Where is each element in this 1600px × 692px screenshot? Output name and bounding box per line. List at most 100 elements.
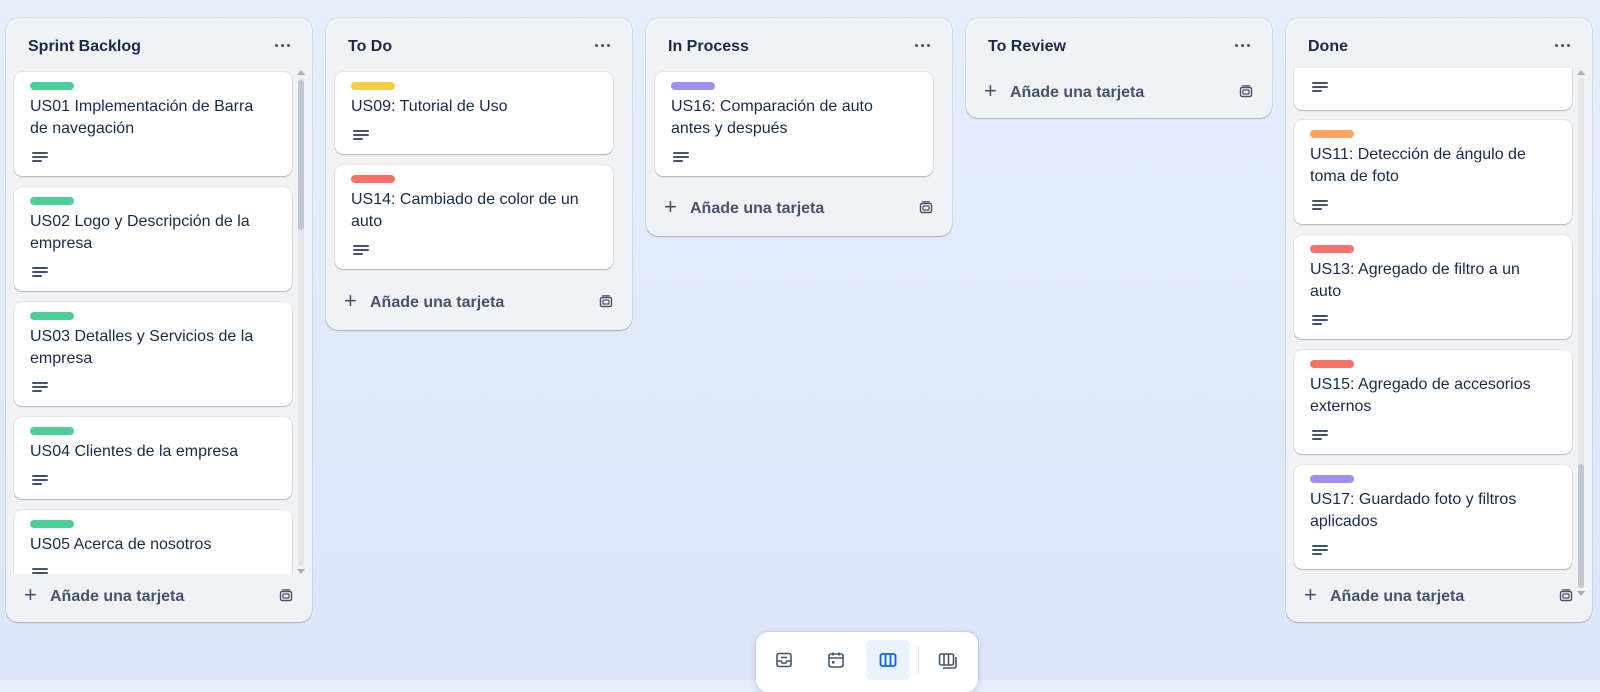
add-card-label: Añade una tarjeta bbox=[50, 588, 185, 605]
add-card-label: Añade una tarjeta bbox=[370, 294, 505, 311]
card-title: US16: Comparación de auto antes y despué… bbox=[671, 98, 873, 137]
create-from-template-icon[interactable] bbox=[598, 294, 614, 310]
description-icon bbox=[1312, 82, 1328, 94]
divider bbox=[918, 646, 919, 674]
card-label[interactable] bbox=[1310, 360, 1354, 368]
card[interactable]: US09: Tutorial de Uso bbox=[335, 72, 613, 154]
card[interactable]: US16: Comparación de auto antes y despué… bbox=[655, 72, 933, 176]
card-list: US11: Detección de ángulo de toma de fot… bbox=[1286, 68, 1592, 600]
list-title[interactable]: Sprint Backlog bbox=[28, 38, 141, 56]
card[interactable]: US14: Cambiado de color de un auto bbox=[335, 165, 613, 269]
board-icon bbox=[879, 653, 897, 667]
add-card-button[interactable]: + Añade una tarjeta bbox=[966, 72, 1272, 112]
add-card-button[interactable]: + Añade una tarjeta bbox=[326, 282, 632, 322]
list-menu-button[interactable] bbox=[1550, 33, 1574, 57]
card-title: US15: Agregado de accesorios externos bbox=[1310, 376, 1531, 415]
ellipsis-icon bbox=[274, 43, 278, 47]
list-in-process: In Process US16: Comparación de auto ant… bbox=[646, 18, 952, 236]
inbox-button[interactable] bbox=[762, 640, 806, 680]
card-label[interactable] bbox=[1310, 245, 1354, 253]
list-menu-button[interactable] bbox=[1230, 33, 1254, 57]
card[interactable]: US11: Detección de ángulo de toma de fot… bbox=[1294, 120, 1572, 224]
scroll-down-arrow[interactable] bbox=[297, 569, 305, 574]
inbox-icon bbox=[776, 652, 792, 668]
description-icon bbox=[1312, 315, 1328, 327]
card-title: US09: Tutorial de Uso bbox=[351, 98, 508, 115]
description-icon bbox=[353, 245, 369, 257]
list-header[interactable]: To Do bbox=[326, 18, 632, 74]
card-label[interactable] bbox=[30, 197, 74, 205]
card[interactable]: US15: Agregado de accesorios externos bbox=[1294, 350, 1572, 454]
scroll-up-arrow[interactable] bbox=[1577, 70, 1585, 75]
calendar-icon bbox=[828, 652, 844, 668]
list-title[interactable]: To Review bbox=[988, 38, 1066, 56]
list-header[interactable]: Done bbox=[1286, 18, 1592, 74]
card-title: US03 Detalles y Servicios de la empresa bbox=[30, 328, 254, 367]
card-label[interactable] bbox=[30, 520, 74, 528]
list-menu-button[interactable] bbox=[590, 33, 614, 57]
list-sprint-backlog: Sprint Backlog US01 Implementación de Ba… bbox=[6, 18, 312, 622]
description-icon bbox=[1312, 545, 1328, 557]
add-card-button[interactable]: + Añade una tarjeta bbox=[646, 188, 952, 228]
card[interactable]: US17: Guardado foto y filtros aplicados bbox=[1294, 465, 1572, 569]
description-icon bbox=[32, 267, 48, 279]
card-label[interactable] bbox=[1310, 475, 1354, 483]
ellipsis-icon bbox=[1554, 43, 1558, 47]
card-title: US01 Implementación de Barra de navegaci… bbox=[30, 98, 254, 137]
plus-icon: + bbox=[984, 78, 997, 103]
description-icon bbox=[32, 568, 48, 574]
card[interactable]: US01 Implementación de Barra de navegaci… bbox=[14, 72, 292, 176]
add-card-button[interactable]: + Añade una tarjeta bbox=[6, 576, 312, 616]
card-label[interactable] bbox=[30, 82, 74, 90]
list-title[interactable]: In Process bbox=[668, 38, 749, 56]
card-title: US04 Clientes de la empresa bbox=[30, 443, 239, 460]
card[interactable]: US05 Acerca de nosotros bbox=[14, 510, 292, 574]
card-label[interactable] bbox=[671, 82, 715, 90]
card-title: US17: Guardado foto y filtros aplicados bbox=[1310, 491, 1517, 530]
card-list: US01 Implementación de Barra de navegaci… bbox=[6, 70, 312, 574]
description-icon bbox=[353, 130, 369, 142]
card[interactable] bbox=[1294, 68, 1572, 110]
description-icon bbox=[1312, 430, 1328, 442]
list-title[interactable]: Done bbox=[1308, 38, 1348, 56]
description-icon bbox=[32, 382, 48, 394]
add-card-label: Añade una tarjeta bbox=[690, 200, 825, 217]
card-label[interactable] bbox=[351, 82, 395, 90]
ellipsis-icon bbox=[914, 43, 918, 47]
list-header[interactable]: Sprint Backlog bbox=[6, 18, 312, 74]
list-title[interactable]: To Do bbox=[348, 38, 392, 56]
add-card-button[interactable]: + Añade una tarjeta bbox=[1286, 576, 1592, 616]
switch-boards-button[interactable] bbox=[926, 640, 970, 680]
card-label[interactable] bbox=[30, 427, 74, 435]
list-done: Done US11: Detección de ángulo de toma d… bbox=[1286, 18, 1592, 622]
description-icon bbox=[32, 475, 48, 487]
create-from-template-icon[interactable] bbox=[1558, 588, 1574, 604]
card-label[interactable] bbox=[1310, 130, 1354, 138]
scrollbar[interactable] bbox=[1576, 68, 1586, 598]
create-from-template-icon[interactable] bbox=[1238, 84, 1254, 100]
description-icon bbox=[32, 152, 48, 164]
card[interactable]: US04 Clientes de la empresa bbox=[14, 417, 292, 499]
create-from-template-icon[interactable] bbox=[278, 588, 294, 604]
scroll-up-arrow[interactable] bbox=[297, 70, 305, 75]
card-label[interactable] bbox=[30, 312, 74, 320]
list-menu-button[interactable] bbox=[270, 33, 294, 57]
scroll-thumb[interactable] bbox=[298, 80, 304, 230]
scrollbar[interactable] bbox=[296, 68, 306, 576]
card[interactable]: US13: Agregado de filtro a un auto bbox=[1294, 235, 1572, 339]
list-header[interactable]: To Review bbox=[966, 18, 1272, 74]
switch-boards-icon bbox=[938, 653, 957, 669]
card-title: US11: Detección de ángulo de toma de fot… bbox=[1310, 146, 1526, 185]
board-button[interactable] bbox=[866, 640, 910, 680]
list-menu-button[interactable] bbox=[910, 33, 934, 57]
view-switcher bbox=[756, 632, 978, 692]
create-from-template-icon[interactable] bbox=[918, 200, 934, 216]
card[interactable]: US03 Detalles y Servicios de la empresa bbox=[14, 302, 292, 406]
scroll-thumb[interactable] bbox=[1578, 464, 1584, 588]
list-header[interactable]: In Process bbox=[646, 18, 952, 74]
plus-icon: + bbox=[344, 288, 357, 313]
planner-button[interactable] bbox=[814, 640, 858, 680]
description-icon bbox=[673, 152, 689, 164]
card[interactable]: US02 Logo y Descripción de la empresa bbox=[14, 187, 292, 291]
card-label[interactable] bbox=[351, 175, 395, 183]
